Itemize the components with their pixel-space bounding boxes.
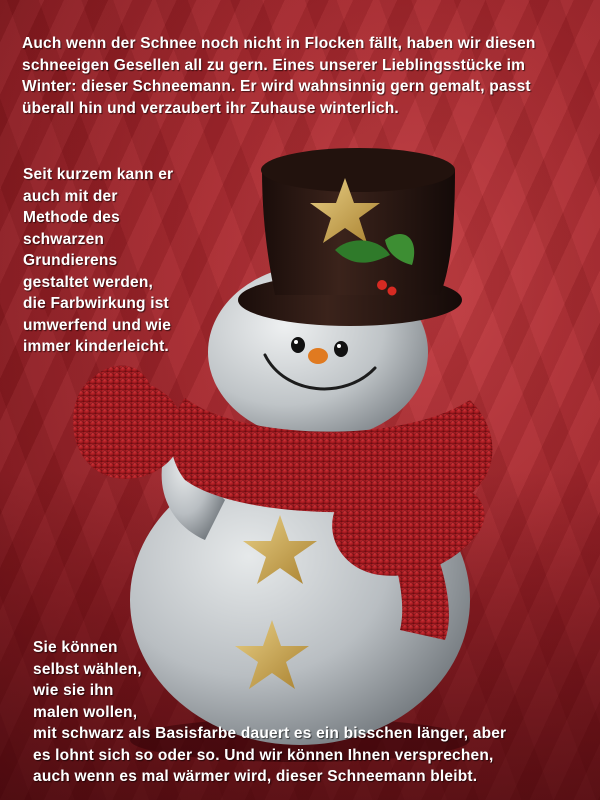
method-line: Seit kurzem kann er [23, 166, 174, 183]
method-line: Grundierens [23, 252, 118, 269]
mitten-left [73, 365, 184, 479]
method-line: immer kinderleicht. [23, 338, 169, 355]
method-line: Methode des [23, 209, 120, 226]
closing-line: wie sie ihn [33, 682, 114, 699]
snowman-eye-left [291, 337, 305, 353]
intro-paragraph: Auch wenn der Schnee noch nicht in Flock… [22, 35, 536, 117]
closing-line: mit schwarz als Basisfarbe dauert es ein… [33, 725, 507, 742]
method-line: umwerfend und wie [23, 316, 172, 334]
hat-top [261, 148, 455, 192]
holly-berry-icon [377, 280, 387, 290]
closing-line: es lohnt sich so oder so. Und wir können… [33, 746, 494, 764]
snowman-eye-right [334, 341, 348, 357]
closing-line: selbst wählen, [33, 660, 142, 678]
closing-paragraph: Sie können selbst wählen, wie sie ihn ma… [33, 637, 593, 788]
method-line: die Farbwirkung ist [23, 295, 169, 312]
closing-line: malen wollen, [33, 703, 138, 721]
snowman-nose [308, 348, 328, 364]
closing-line: auch wenn es mal wärmer wird, dieser Sch… [33, 768, 478, 785]
closing-line: Sie können [33, 639, 118, 656]
holly-berry-icon [387, 286, 397, 296]
method-line: auch mit der [23, 187, 118, 205]
method-paragraph: Seit kurzem kann er auch mit der Methode… [23, 164, 238, 358]
method-line: schwarzen [23, 230, 105, 248]
method-line: gestaltet werden, [23, 273, 154, 291]
